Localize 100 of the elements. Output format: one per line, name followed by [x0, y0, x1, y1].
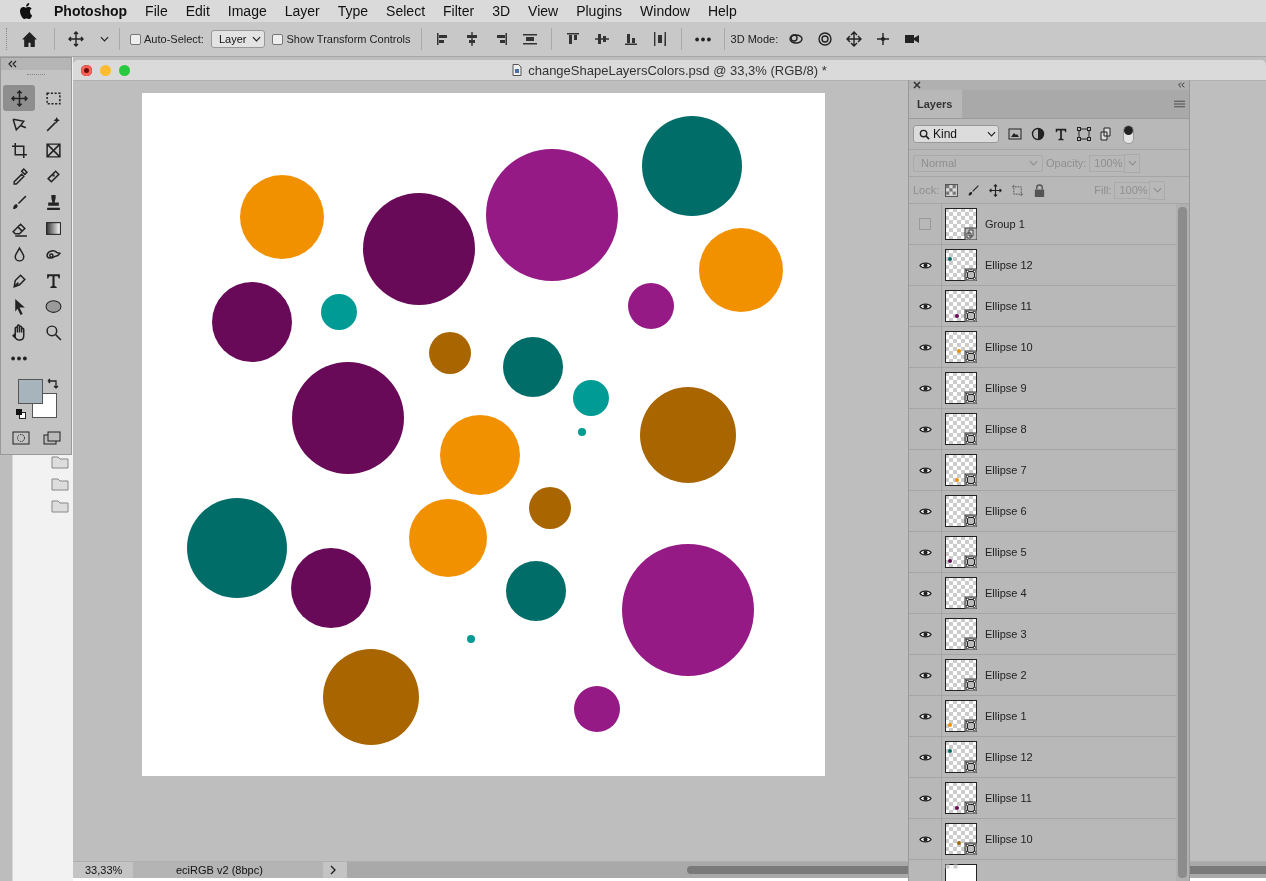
- layer-thumbnail: [945, 618, 977, 650]
- layer-name: Ellipse 11: [985, 792, 1032, 804]
- layer-thumbnail: [945, 659, 977, 691]
- caret-icon: [1029, 160, 1038, 166]
- pan-icon[interactable]: [846, 31, 863, 47]
- checkbox[interactable]: [130, 33, 141, 45]
- align-bottom-icon[interactable]: [622, 31, 639, 47]
- more-icon[interactable]: [694, 36, 711, 42]
- align-middle-icon[interactable]: [593, 31, 610, 47]
- type-icon: [44, 271, 62, 289]
- shape-filter-icon[interactable]: [1077, 127, 1091, 141]
- distribute-horizontal-icon[interactable]: [651, 31, 668, 47]
- layer-thumbnail: [945, 413, 977, 445]
- menu-item[interactable]: Window: [640, 3, 690, 19]
- folder-icon: [51, 499, 69, 513]
- brush-icon[interactable]: [967, 183, 981, 197]
- color-profile[interactable]: eciRGB v2 (8bpc): [133, 862, 323, 878]
- layer-name: Ellipse 12: [985, 259, 1033, 271]
- adjustment-filter-icon[interactable]: [1031, 127, 1045, 141]
- close-button[interactable]: [81, 64, 92, 76]
- menu-item[interactable]: File: [145, 3, 168, 19]
- roll-icon[interactable]: [817, 31, 834, 47]
- lock-icon[interactable]: [1033, 183, 1047, 197]
- checkerboard-icon[interactable]: [945, 183, 959, 197]
- swap-icon[interactable]: [47, 377, 59, 389]
- quick-mask-icon[interactable]: [11, 431, 30, 445]
- pen-icon: [10, 271, 28, 289]
- caret-icon: [252, 36, 262, 42]
- layer-name: Ellipse 7: [985, 464, 1027, 476]
- menu-item[interactable]: Filter: [443, 3, 475, 19]
- layer-name: Ellipse 4: [985, 587, 1027, 599]
- layer-thumbnail: [945, 290, 977, 322]
- show-transform-label: Show Transform Controls: [286, 33, 411, 45]
- menu-item[interactable]: Help: [707, 3, 737, 19]
- menu-item[interactable]: View: [528, 3, 559, 19]
- move-icon: [10, 89, 28, 107]
- brush-icon: [10, 193, 28, 211]
- crop-icon: [10, 141, 28, 159]
- foreground-swatch[interactable]: [18, 379, 43, 404]
- ellipse-icon: [44, 297, 62, 315]
- layer-thumbnail: [945, 331, 977, 363]
- checkbox[interactable]: [272, 33, 284, 45]
- screen-mode-icon[interactable]: [42, 431, 61, 445]
- type-filter-icon[interactable]: [1054, 127, 1068, 141]
- menu-item[interactable]: Type: [337, 3, 369, 19]
- layer-thumbnail: [945, 454, 977, 486]
- home-icon[interactable]: [21, 30, 38, 48]
- layer-thumbnail: [945, 495, 977, 527]
- collapse-icon[interactable]: [1177, 81, 1185, 89]
- layer-name: Ellipse 12: [985, 751, 1033, 763]
- align-top-icon[interactable]: [564, 31, 581, 47]
- distribute-icon[interactable]: [521, 31, 538, 47]
- menu-item[interactable]: Image: [227, 3, 267, 19]
- layer-name: Ellipse 9: [985, 382, 1027, 394]
- more-tools-icon: [11, 355, 27, 361]
- search-icon: [919, 128, 930, 140]
- orbit-icon[interactable]: [788, 31, 805, 47]
- document-icon: [512, 64, 523, 76]
- menu-item[interactable]: 3D: [492, 3, 511, 19]
- layer-thumbnail: [945, 700, 977, 732]
- layer-name: Ellipse 10: [985, 833, 1033, 845]
- menu-item[interactable]: Plugins: [576, 3, 623, 19]
- image-filter-icon[interactable]: [1008, 127, 1022, 141]
- layer-thumbnail: [945, 782, 977, 814]
- auto-select-label: Auto-Select:: [144, 33, 204, 45]
- layer-name: Ellipse 10: [985, 341, 1033, 353]
- layer-name: Ellipse 5: [985, 546, 1027, 558]
- default-colors-icon[interactable]: [16, 409, 26, 419]
- tool-button[interactable]: [3, 85, 35, 111]
- close-icon[interactable]: [913, 81, 921, 89]
- menu-item[interactable]: Edit: [185, 3, 210, 19]
- smart-object-filter-icon[interactable]: [1100, 127, 1114, 141]
- target-dropdown[interactable]: Layer: [210, 30, 266, 48]
- menu-item[interactable]: Select: [386, 3, 426, 19]
- layer-name: Ellipse 8: [985, 423, 1027, 435]
- layer-name: Ellipse 6: [985, 505, 1027, 517]
- magic-wand-icon: [44, 115, 62, 133]
- collapse-icon[interactable]: [7, 60, 17, 68]
- marquee-icon: [44, 89, 62, 107]
- folder-icon: [51, 477, 69, 491]
- zoom-icon: [44, 323, 62, 341]
- layer-name: Ellipse 3: [985, 628, 1027, 640]
- scrollbar-thumb[interactable]: [1178, 207, 1187, 878]
- menu-item[interactable]: Layer: [284, 3, 320, 19]
- filter-toggle[interactable]: [1123, 124, 1134, 144]
- move-icon[interactable]: [68, 31, 84, 47]
- menu-icon[interactable]: [1174, 100, 1185, 108]
- apple-logo-icon[interactable]: [20, 3, 34, 19]
- app-menu[interactable]: Photoshop: [54, 3, 128, 19]
- bandage-icon: [44, 167, 62, 185]
- caret-icon: [1127, 160, 1137, 166]
- caret-icon[interactable]: [100, 36, 109, 42]
- layer-name: Ellipse 1: [985, 710, 1027, 722]
- layer-thumbnail: [945, 208, 977, 240]
- move-icon[interactable]: [989, 183, 1003, 197]
- chevron-icon[interactable]: [329, 865, 337, 875]
- zoom-level[interactable]: 33,33%: [73, 864, 133, 876]
- eyedropper-icon: [10, 167, 28, 185]
- gradient-icon: [44, 219, 62, 237]
- 3d-mode-label: 3D Mode:: [730, 33, 779, 45]
